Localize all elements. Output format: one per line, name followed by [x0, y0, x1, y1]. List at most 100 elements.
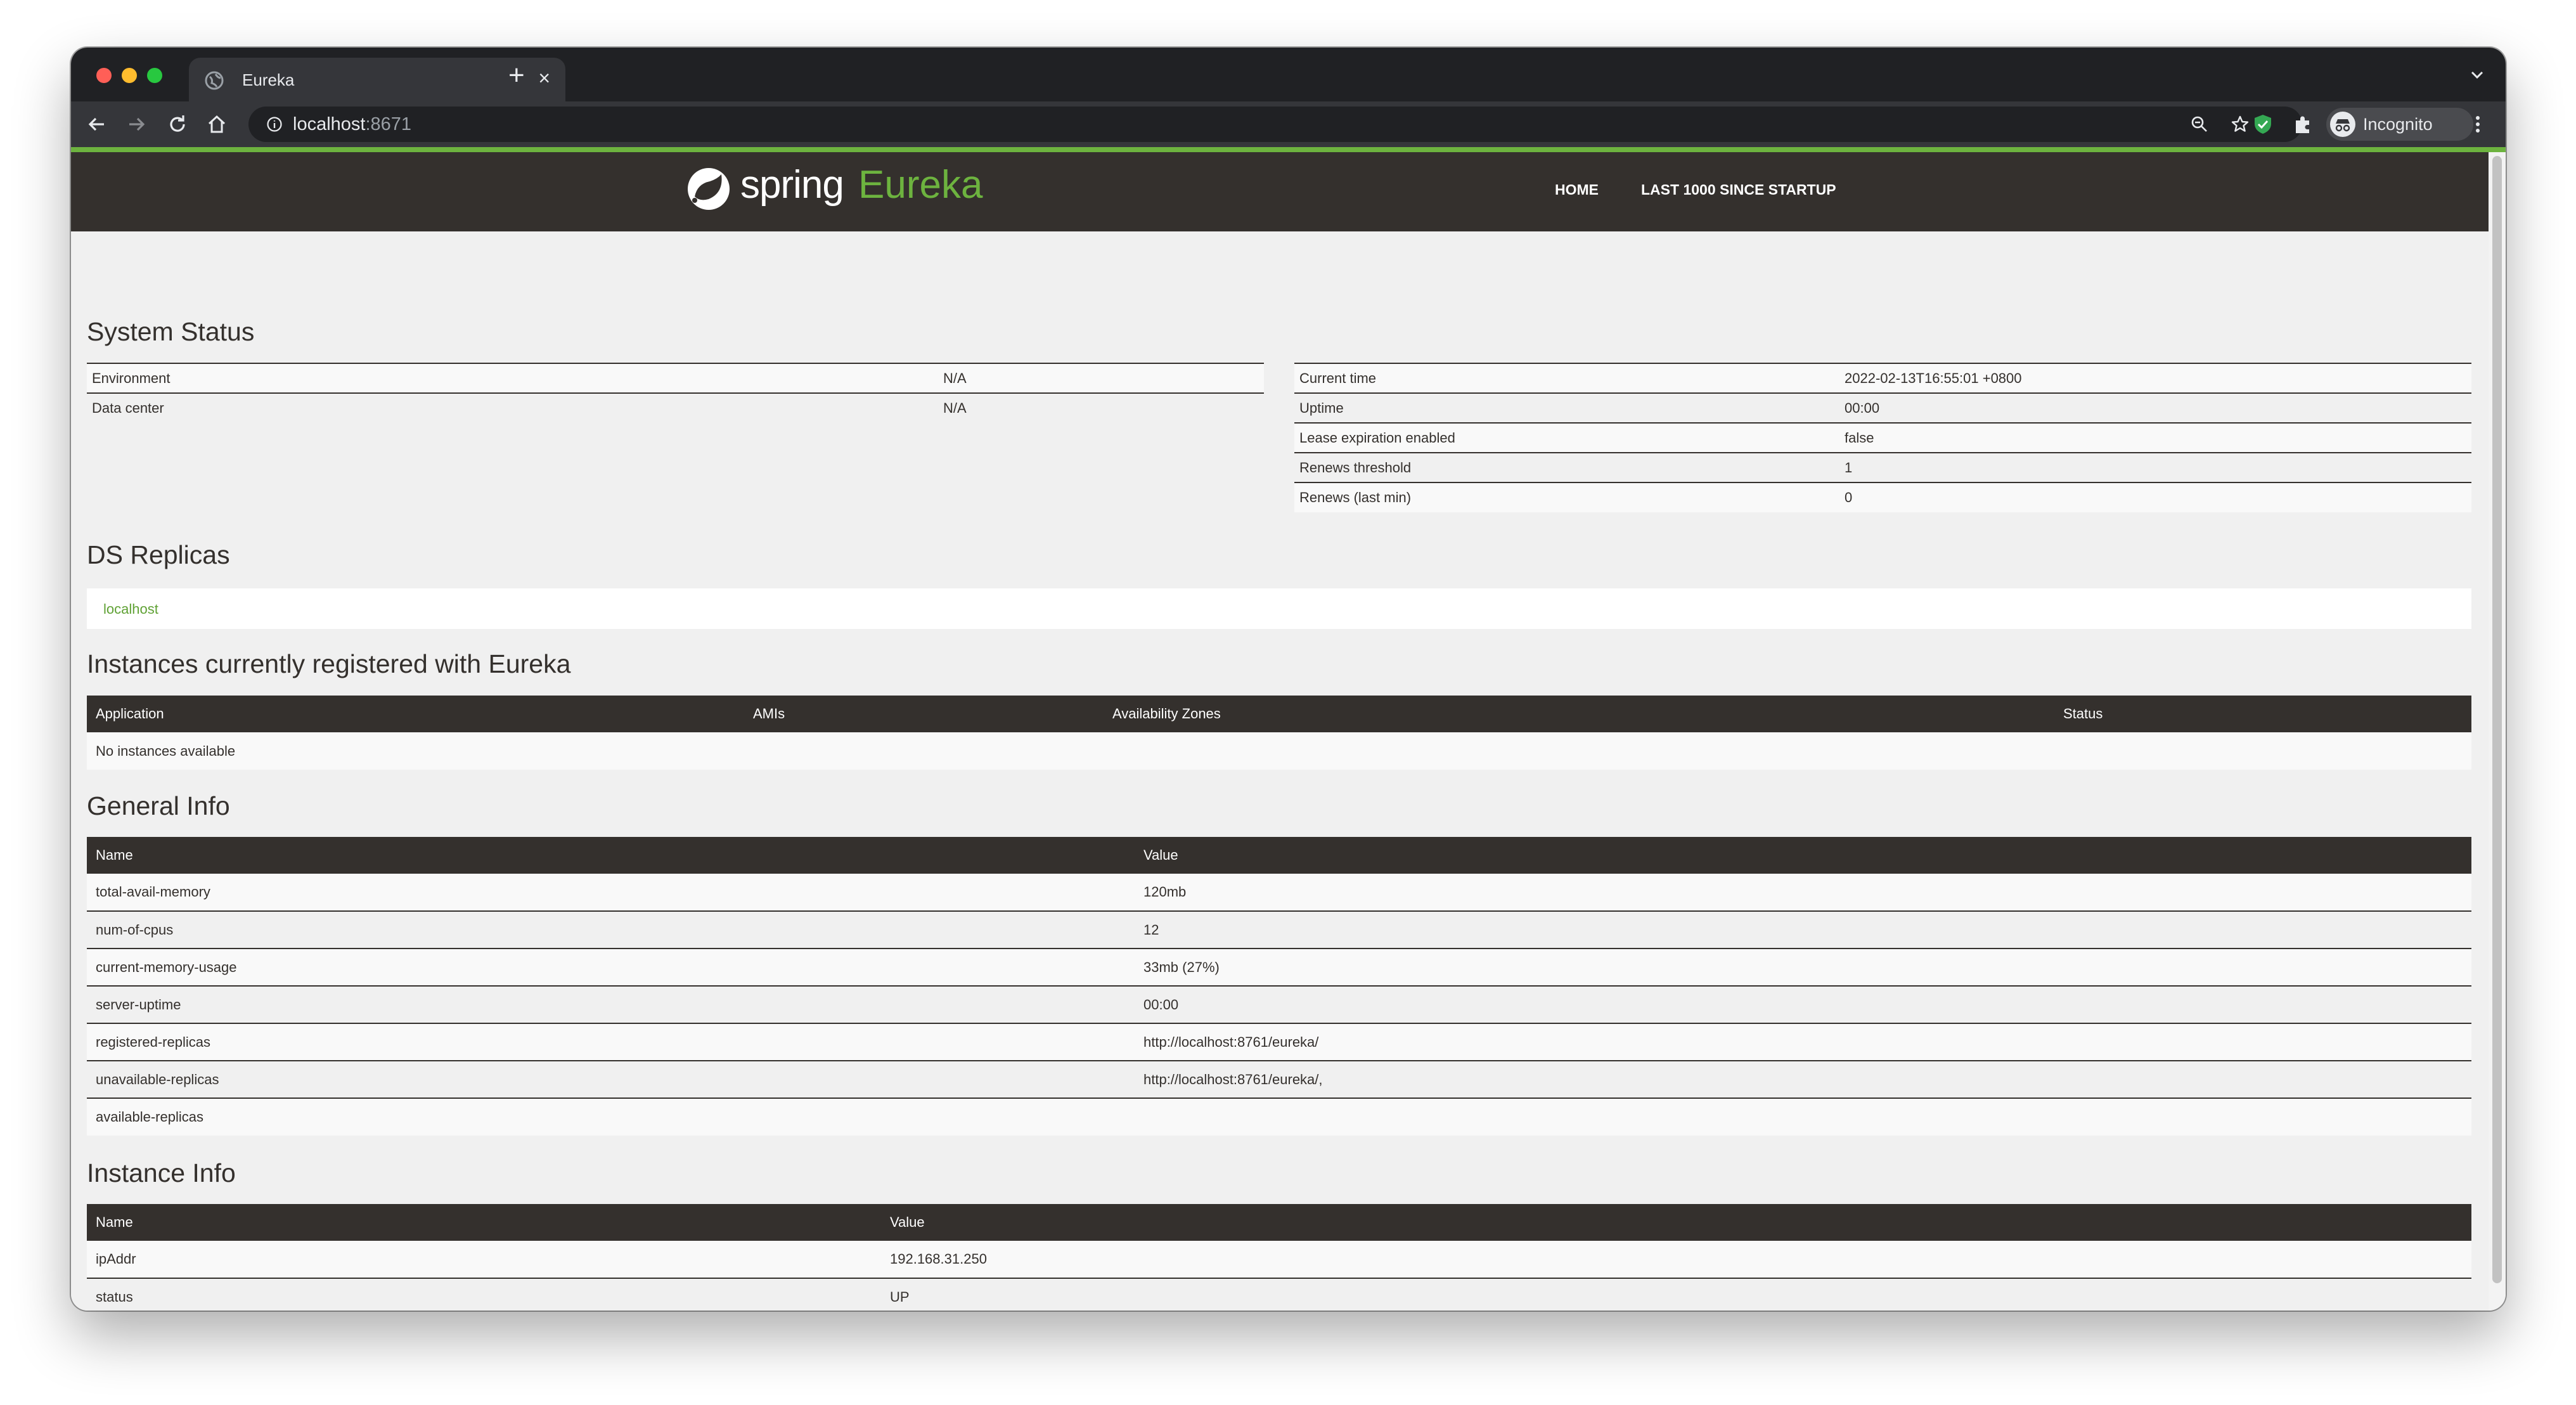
star-icon[interactable]: [2230, 114, 2250, 134]
status-label: Environment: [87, 363, 938, 393]
more-menu-icon[interactable]: [2471, 113, 2484, 136]
tab-title: Eureka: [242, 70, 295, 89]
info-name: current-memory-usage: [87, 948, 1135, 986]
puzzle-extensions-icon[interactable]: [2292, 113, 2315, 136]
url-text[interactable]: localhost:8671: [293, 114, 411, 135]
tab-bar: Eureka × +: [71, 48, 2506, 101]
close-window-button[interactable]: [96, 68, 112, 83]
logo-spring-text: spring: [740, 163, 844, 207]
column-header-application: Application: [87, 696, 744, 732]
nav-home-link[interactable]: HOME: [1555, 181, 1599, 198]
empty-instances-message: No instances available: [87, 732, 2471, 770]
status-value: N/A: [938, 392, 1264, 423]
back-arrow-icon[interactable]: [85, 113, 108, 136]
replica-link-localhost[interactable]: localhost: [103, 601, 158, 618]
replica-list: localhost: [87, 588, 2471, 629]
incognito-avatar-icon: [2330, 112, 2355, 137]
info-value: 00:00: [1135, 985, 2471, 1023]
info-value: 120mb: [1135, 874, 2471, 911]
table-row: No instances available: [87, 732, 2471, 770]
general-info-heading: General Info: [87, 791, 230, 820]
instances-heading: Instances currently registered with Eure…: [87, 649, 571, 678]
status-value: 0: [1839, 482, 2471, 512]
status-value: false: [1839, 422, 2471, 453]
status-row: Current time 2022-02-13T16:55:01 +0800: [1294, 363, 2471, 393]
globe-icon: [205, 71, 224, 90]
general-info-table: Name Value total-avail-memory 120mb num-…: [87, 837, 2471, 1136]
instances-table: Application AMIs Availability Zones Stat…: [87, 696, 2471, 770]
page-scrollbar[interactable]: [2489, 152, 2506, 1311]
table-header-row: Name Value: [87, 1204, 2471, 1241]
ds-replicas-heading: DS Replicas: [87, 540, 230, 569]
eureka-navbar: spring Eureka HOME LAST 1000 SINCE START…: [71, 152, 2489, 231]
status-value: 2022-02-13T16:55:01 +0800: [1839, 363, 2471, 393]
column-header-availability-zones: Availability Zones: [1104, 696, 2054, 732]
incognito-glyph-icon: [2335, 119, 2350, 132]
info-name: ipAddr: [87, 1241, 881, 1278]
info-value: UP: [881, 1278, 2471, 1311]
minimize-window-button[interactable]: [122, 68, 137, 83]
column-header-status: Status: [2054, 696, 2471, 732]
status-value: 00:00: [1839, 392, 2471, 423]
chevron-down-icon[interactable]: [2468, 65, 2487, 84]
table-row: num-of-cpus 12: [87, 910, 2471, 949]
info-value: 33mb (27%): [1135, 948, 2471, 986]
status-row: Data center N/A: [87, 392, 1264, 423]
status-label: Renews (last min): [1294, 482, 1839, 512]
column-header-amis: AMIs: [744, 696, 1104, 732]
nav-last-1000-link[interactable]: LAST 1000 SINCE STARTUP: [1641, 181, 1836, 198]
zoom-icon[interactable]: [2189, 114, 2210, 134]
shield-extension-icon[interactable]: [2251, 113, 2274, 136]
table-row: registered-replicas http://localhost:876…: [87, 1023, 2471, 1061]
url-port: :8671: [365, 114, 412, 134]
status-label: Current time: [1294, 363, 1839, 393]
browser-window: Eureka × + localhost:8671 Incognito spri…: [71, 48, 2506, 1311]
address-bar[interactable]: localhost:8671: [248, 107, 2302, 142]
info-name: status: [87, 1278, 881, 1311]
info-value: http://localhost:8761/eureka/,: [1135, 1060, 2471, 1098]
page-accent-line: [71, 147, 2506, 152]
system-status-right-table: Current time 2022-02-13T16:55:01 +0800 U…: [1294, 363, 2471, 512]
table-row: unavailable-replicas http://localhost:87…: [87, 1060, 2471, 1098]
home-icon[interactable]: [205, 113, 228, 136]
info-value: 192.168.31.250: [881, 1241, 2471, 1278]
table-header-row: Application AMIs Availability Zones Stat…: [87, 696, 2471, 732]
info-name: total-avail-memory: [87, 874, 1135, 911]
status-label: Uptime: [1294, 392, 1839, 423]
status-row: Renews (last min) 0: [1294, 482, 2471, 512]
scrollbar-thumb[interactable]: [2492, 156, 2502, 1283]
tab-close-icon[interactable]: ×: [538, 68, 550, 88]
status-value: 1: [1839, 452, 2471, 482]
forward-arrow-icon[interactable]: [126, 113, 148, 136]
status-row: Renews threshold 1: [1294, 452, 2471, 482]
info-name: num-of-cpus: [87, 910, 1135, 949]
url-host: localhost: [293, 114, 366, 134]
table-row: ipAddr 192.168.31.250: [87, 1241, 2471, 1278]
spring-leaf-logo-icon[interactable]: [685, 165, 733, 213]
reload-icon[interactable]: [166, 113, 189, 136]
column-header-value: Value: [1135, 837, 2471, 874]
column-header-name: Name: [87, 1204, 881, 1241]
profile-label: Incognito: [2363, 115, 2433, 134]
table-row: status UP: [87, 1278, 2471, 1311]
table-header-row: Name Value: [87, 837, 2471, 874]
instance-info-table: Name Value ipAddr 192.168.31.250 status …: [87, 1204, 2471, 1311]
new-tab-button[interactable]: +: [508, 62, 525, 89]
info-value: 12: [1135, 910, 2471, 949]
status-row: Environment N/A: [87, 363, 1264, 393]
instance-info-heading: Instance Info: [87, 1158, 236, 1188]
profile-incognito-button[interactable]: Incognito: [2326, 108, 2473, 141]
status-row: Uptime 00:00: [1294, 392, 2471, 423]
status-label: Renews threshold: [1294, 452, 1839, 482]
info-name: server-uptime: [87, 985, 1135, 1023]
table-row: total-avail-memory 120mb: [87, 874, 2471, 911]
table-row: current-memory-usage 33mb (27%): [87, 948, 2471, 986]
page-viewport: spring Eureka HOME LAST 1000 SINCE START…: [71, 152, 2489, 1311]
info-icon[interactable]: [266, 116, 283, 133]
info-value: [1135, 1097, 2471, 1136]
status-row: Lease expiration enabled false: [1294, 422, 2471, 453]
status-label: Lease expiration enabled: [1294, 422, 1839, 453]
info-name: registered-replicas: [87, 1023, 1135, 1061]
maximize-window-button[interactable]: [147, 68, 162, 83]
info-name: unavailable-replicas: [87, 1060, 1135, 1098]
